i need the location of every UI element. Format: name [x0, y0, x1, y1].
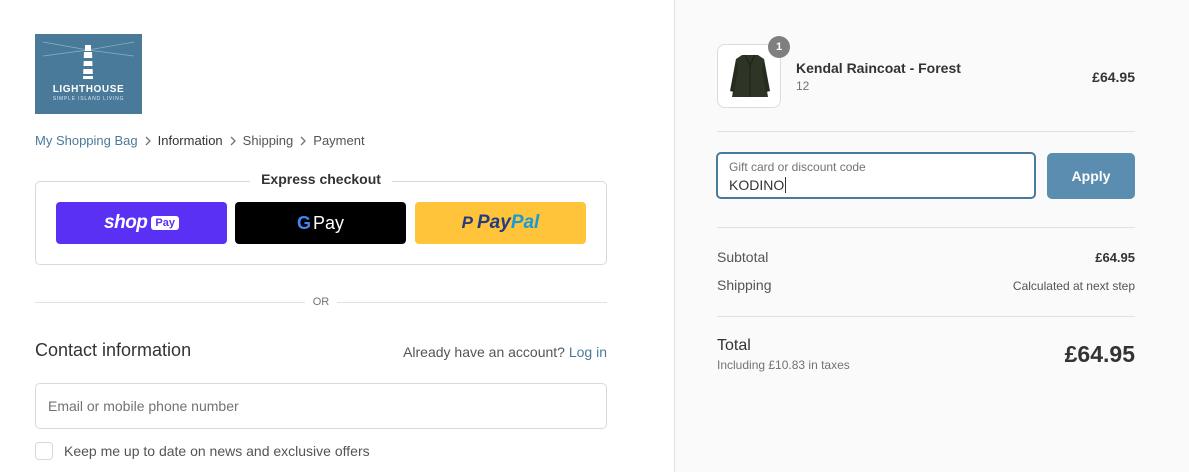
total-label: Total: [717, 337, 751, 354]
text-cursor: [785, 177, 787, 193]
discount-code-label: Gift card or discount code: [729, 160, 866, 174]
apply-discount-button[interactable]: Apply: [1047, 153, 1135, 199]
divider-left: [35, 302, 305, 303]
paypal-button[interactable]: P Pay Pal: [415, 202, 586, 244]
subtotal-value: £64.95: [1095, 250, 1135, 265]
account-prompt-text: Already have an account?: [403, 344, 565, 360]
shop-pay-wordmark: shop: [104, 212, 148, 233]
account-prompt: Already have an account? Log in: [403, 344, 607, 360]
breadcrumb: My Shopping Bag Information Shipping Pay…: [35, 133, 365, 148]
product-variant: 12: [796, 79, 810, 93]
discount-code-value: KODINO: [729, 177, 787, 193]
product-price: £64.95: [1092, 69, 1135, 85]
breadcrumb-shipping: Shipping: [242, 133, 294, 148]
discount-code-field[interactable]: Gift card or discount code KODINO: [716, 152, 1036, 199]
newsletter-label: Keep me up to date on news and exclusive…: [64, 443, 370, 459]
chevron-right-icon: [223, 136, 243, 146]
shipping-value: Calculated at next step: [1012, 279, 1135, 293]
checkout-main: LIGHTHOUSE SIMPLE ISLAND LIVING My Shopp…: [0, 0, 674, 472]
logo-tagline: SIMPLE ISLAND LIVING: [52, 96, 125, 102]
divider-right: [337, 302, 607, 303]
quantity-badge: 1: [768, 36, 790, 58]
discount-code-text: KODINO: [729, 177, 785, 193]
logo-brand-text: LIGHTHOUSE: [52, 84, 125, 95]
lighthouse-icon: [42, 41, 135, 79]
summary-divider: [717, 227, 1135, 228]
chevron-right-icon: [293, 136, 313, 146]
google-g-icon: G: [296, 212, 311, 233]
chevron-right-icon: [138, 136, 158, 146]
express-checkout-title: Express checkout: [250, 171, 392, 187]
shop-pay-pill: Pay: [151, 216, 179, 230]
newsletter-checkbox[interactable]: [35, 442, 53, 460]
breadcrumb-payment: Payment: [313, 133, 365, 148]
email-field[interactable]: Email or mobile phone number: [35, 383, 607, 429]
shipping-label: Shipping: [717, 277, 772, 293]
paypal-icon: P: [461, 213, 473, 232]
google-pay-wordmark: Pay: [312, 212, 345, 233]
paypal-wordmark-pal: Pal: [510, 212, 540, 233]
store-logo[interactable]: LIGHTHOUSE SIMPLE ISLAND LIVING: [35, 34, 142, 114]
product-name: Kendal Raincoat - Forest: [796, 60, 961, 76]
tax-note: Including £10.83 in taxes: [717, 358, 850, 372]
breadcrumb-information: Information: [157, 133, 223, 148]
summary-divider: [717, 316, 1135, 317]
summary-divider: [717, 131, 1135, 132]
subtotal-label: Subtotal: [717, 249, 769, 265]
breadcrumb-shopping-bag[interactable]: My Shopping Bag: [35, 133, 138, 148]
paypal-wordmark-pay: Pay: [477, 212, 511, 233]
contact-heading: Contact information: [35, 340, 192, 360]
login-link[interactable]: Log in: [569, 344, 607, 360]
total-value: £64.95: [1064, 341, 1135, 367]
shop-pay-button[interactable]: shop Pay: [56, 202, 227, 244]
divider-or-label: OR: [305, 296, 337, 308]
google-pay-button[interactable]: G Pay: [235, 202, 406, 244]
